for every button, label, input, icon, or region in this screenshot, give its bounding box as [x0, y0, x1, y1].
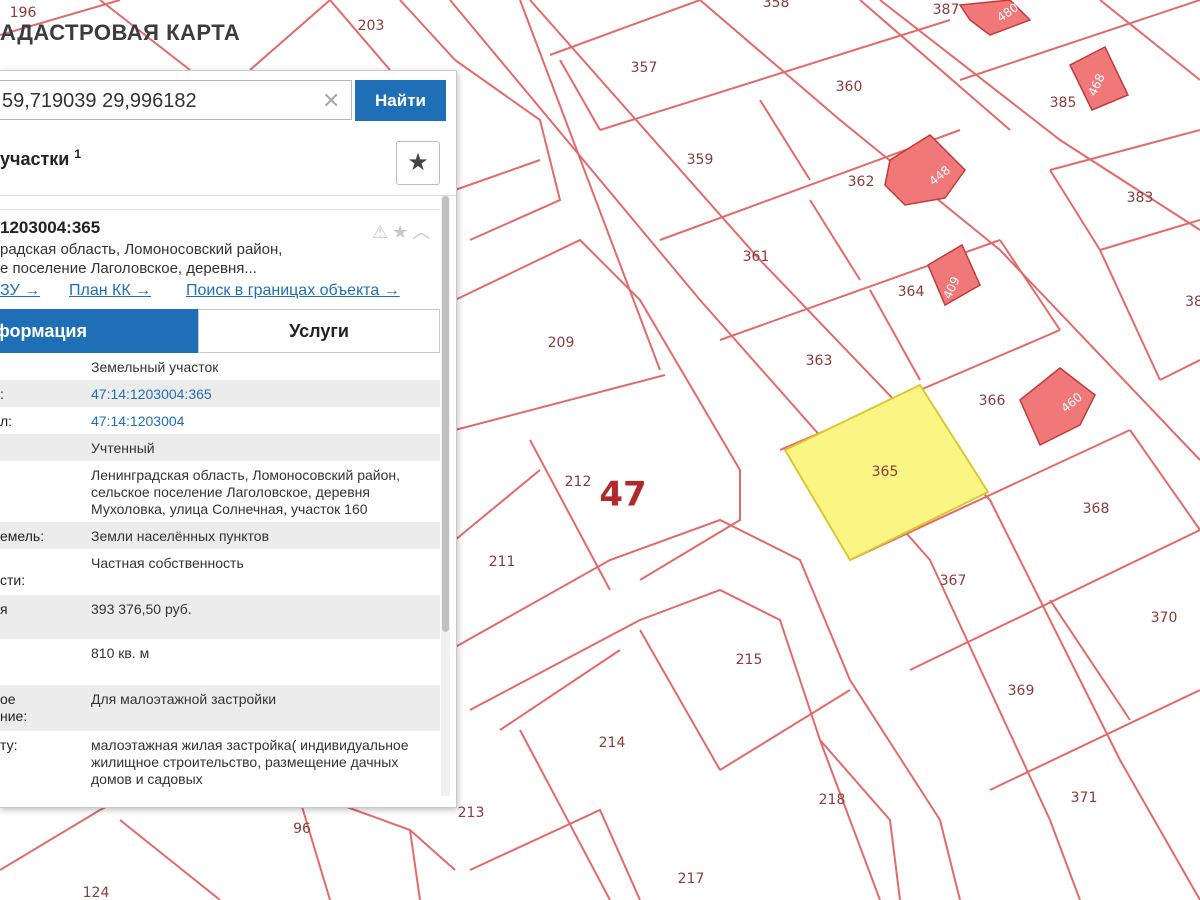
app-title: АДАСТРОВАЯ КАРТА	[0, 20, 241, 45]
star-icon[interactable]: ★	[392, 222, 412, 242]
attr-row: я 393 376,50 руб.	[0, 595, 440, 639]
parcel-label: 203	[358, 18, 385, 34]
results-count: 1	[74, 147, 82, 161]
parcel-label: 214	[599, 735, 626, 751]
building-480	[958, 0, 1032, 36]
link-search-bounds[interactable]: Поиск в границах объекта →	[186, 282, 400, 300]
scrollbar[interactable]	[441, 196, 450, 796]
parcel-label: 209	[548, 335, 575, 351]
parcel-label: 368	[1083, 501, 1110, 517]
parcel-label: 38	[1185, 294, 1200, 310]
parcel-label: 363	[806, 353, 833, 369]
chevron-up-icon[interactable]: ︿	[412, 222, 434, 242]
parcel-label: 218	[819, 792, 846, 808]
parcel-label: 217	[678, 871, 705, 887]
parcel-label: 213	[458, 805, 485, 821]
search-bar: 59,719039 29,996182 ✕ Найти	[0, 80, 446, 122]
star-icon: ★	[407, 149, 429, 176]
parcel-label: 366	[979, 393, 1006, 409]
attr-row: Учтенный	[0, 434, 440, 461]
parcel-label: 371	[1071, 790, 1098, 806]
attr-row: л: 47:14:1203004	[0, 407, 440, 434]
parcel-label: 211	[489, 554, 516, 570]
parcel-label: 215	[736, 652, 763, 668]
quarter-number-link[interactable]: 47:14:1203004	[91, 413, 421, 430]
warning-icon[interactable]: ⚠	[372, 222, 392, 242]
parcel-label: 96	[293, 821, 311, 837]
parcel-label: 124	[83, 885, 110, 900]
parcel-label: 364	[898, 284, 925, 300]
tab-information[interactable]: формация	[0, 309, 198, 353]
attr-row: ту: малоэтажная жилая застройка( индивиду…	[0, 737, 409, 787]
parcel-label: 367	[940, 573, 967, 589]
parcel-label: 369	[1008, 683, 1035, 699]
quarter-label: 47	[599, 475, 646, 515]
tab-services[interactable]: Услуги	[198, 309, 440, 353]
link-zu[interactable]: ЗУ →	[0, 282, 40, 300]
favorites-button[interactable]: ★	[396, 141, 440, 185]
parcel-label: 387	[933, 2, 960, 18]
parcel-label: 385	[1050, 95, 1077, 111]
attr-row: емель: Земли населённых пунктов	[0, 522, 440, 549]
buildings	[884, 0, 1130, 447]
parcel-card: 1203004:365 ⚠★︿ радская область, Ломонос…	[0, 209, 440, 807]
parcel-address: радская область, Ломоносовский район, е …	[0, 240, 440, 278]
parcel-label: 357	[631, 60, 658, 76]
scrollbar-thumb[interactable]	[442, 196, 449, 632]
card-tabs: формация Услуги	[0, 309, 440, 353]
parcel-label: 360	[836, 79, 863, 95]
parcel-label: 358	[763, 0, 790, 11]
address-line: е поселение Лаголовское, деревня...	[0, 260, 257, 277]
building-460	[1019, 367, 1096, 447]
cadastral-number-link[interactable]: 47:14:1203004:365	[91, 386, 421, 403]
parcel-label: 362	[848, 174, 875, 190]
parcel-attributes: Земельный участок :47:14:1203004:365 л: 4…	[0, 353, 440, 792]
search-input[interactable]: 59,719039 29,996182	[0, 80, 352, 120]
attr-row: Земельный участок	[91, 359, 219, 375]
parcel-label: 212	[565, 474, 592, 490]
parcel-label: 196	[10, 5, 37, 21]
parcel-number: 1203004:365	[0, 218, 101, 237]
attr-row: ое ние: Для малоэтажной застройки	[0, 685, 440, 731]
attr-row: Ленинградская область, Ломоносовский рай…	[91, 467, 400, 517]
info-panel: 59,719039 29,996182 ✕ Найти участки 1 ★ …	[0, 70, 457, 808]
attr-row: сти: Частная собственность	[0, 555, 244, 588]
attr-row: :47:14:1203004:365	[0, 380, 440, 407]
results-title: участки 1	[0, 147, 82, 169]
parcel-label: 359	[687, 152, 714, 168]
attr-row: 810 кв. м	[91, 645, 150, 661]
search-button[interactable]: Найти	[355, 80, 446, 121]
divider	[0, 195, 456, 196]
link-plan-kk[interactable]: План КК →	[69, 282, 151, 300]
building-448	[884, 134, 966, 206]
parcel-label: 365	[872, 464, 899, 480]
address-line: радская область, Ломоносовский район,	[0, 241, 283, 258]
parcel-label: 361	[743, 249, 770, 265]
close-icon[interactable]: ✕	[322, 88, 340, 114]
parcel-label: 383	[1127, 190, 1154, 206]
parcel-label: 370	[1151, 610, 1178, 626]
